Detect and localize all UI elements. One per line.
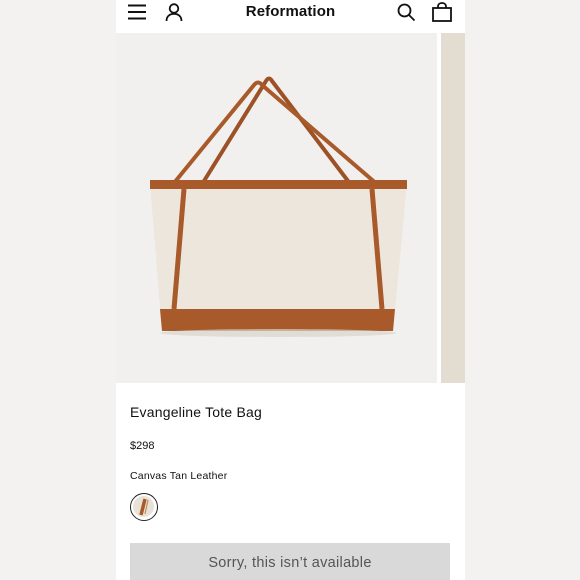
unavailable-button[interactable]: Sorry, this isn’t available — [130, 543, 450, 580]
shopping-bag-icon[interactable] — [431, 1, 453, 23]
site-header: Reformation — [116, 0, 465, 33]
product-price: $298 — [130, 440, 155, 452]
tote-bag-image — [150, 76, 407, 337]
product-image-gallery[interactable] — [116, 33, 465, 383]
search-icon[interactable] — [396, 2, 416, 22]
swatch-image — [133, 496, 154, 517]
product-image-next-peek[interactable] — [441, 33, 465, 383]
product-title: Evangeline Tote Bag — [130, 404, 262, 420]
product-page: Reformation Evangeline Tote Bag $298 Can… — [116, 0, 465, 580]
color-swatch-canvas-tan-leather[interactable] — [130, 493, 158, 521]
selected-color-name: Canvas Tan Leather — [130, 470, 228, 482]
product-image-main[interactable] — [116, 33, 437, 383]
